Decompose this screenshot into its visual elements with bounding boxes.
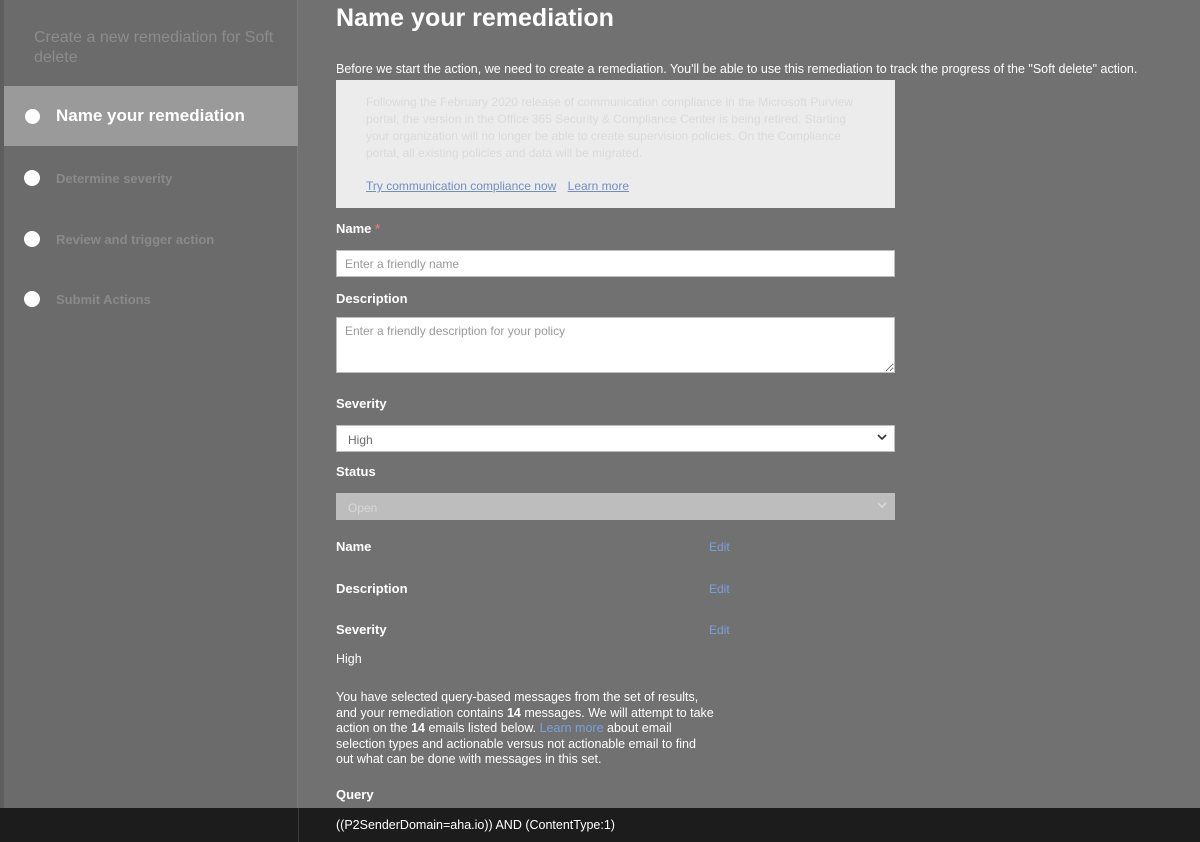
page-title: Name your remediation <box>336 4 614 32</box>
wizard-sidebar: Create a new remediation for Soft delete… <box>4 0 298 808</box>
name-input[interactable] <box>336 250 895 277</box>
status-field-label: Status <box>336 464 376 479</box>
divider <box>298 808 299 842</box>
notice-learn-more-link[interactable]: Learn more <box>568 179 629 193</box>
step-label: Review and trigger action <box>56 231 215 247</box>
chevron-down-icon <box>877 434 887 441</box>
wizard-title: Create a new remediation for Soft delete <box>34 29 274 66</box>
intro-text: Before we start the action, we need to c… <box>336 62 1138 76</box>
severity-selected-value: High <box>348 433 373 447</box>
name-label-text: Name <box>336 221 372 236</box>
step-indicator-icon <box>24 291 40 307</box>
severity-field-label: Severity <box>336 396 387 411</box>
description-field-label: Description <box>336 291 408 306</box>
step-indicator-icon <box>24 170 40 186</box>
summary-severity-value: High <box>336 652 362 666</box>
required-mark: * <box>375 221 381 236</box>
edit-severity-link[interactable]: Edit <box>709 623 730 637</box>
edit-description-link[interactable]: Edit <box>709 582 730 596</box>
step-indicator-icon <box>25 108 40 124</box>
query-bar: ((P2SenderDomain=aha.io)) AND (ContentTy… <box>0 808 1200 842</box>
retirement-notice: Following the February 2020 release of c… <box>336 80 895 208</box>
status-select: Open <box>336 493 895 520</box>
message-count: 14 <box>506 705 521 720</box>
selection-info-paragraph: You have selected query-based messages f… <box>336 690 716 768</box>
summary-description-label: Description <box>336 581 408 596</box>
description-input[interactable] <box>336 317 895 373</box>
query-value: ((P2SenderDomain=aha.io)) AND (ContentTy… <box>336 818 615 832</box>
summary-name-label: Name <box>336 539 372 554</box>
severity-select[interactable]: High <box>336 425 895 452</box>
learn-more-link[interactable]: Learn more <box>540 721 604 735</box>
query-label: Query <box>336 787 374 802</box>
try-communication-compliance-link[interactable]: Try communication compliance now <box>366 179 556 193</box>
email-count: 14 <box>411 721 425 735</box>
notice-links: Try communication compliance now Learn m… <box>366 178 637 195</box>
summary-severity-label: Severity <box>336 622 387 637</box>
step-review-and-trigger-action[interactable]: Review and trigger action <box>4 209 298 269</box>
chevron-down-icon <box>877 502 887 509</box>
name-field-label: Name * <box>336 221 380 236</box>
step-label: Submit Actions <box>56 291 151 307</box>
step-label: Determine severity <box>56 170 173 186</box>
paragraph-text: emails listed below. <box>424 721 540 735</box>
edit-name-link[interactable]: Edit <box>709 540 730 554</box>
step-label: Name your remediation <box>56 106 245 125</box>
step-indicator-icon <box>24 231 40 247</box>
notice-text: Following the February 2020 release of c… <box>366 95 853 160</box>
step-submit-actions[interactable]: Submit Actions <box>4 269 298 329</box>
status-selected-value: Open <box>348 501 378 515</box>
step-determine-severity[interactable]: Determine severity <box>4 148 298 208</box>
step-name-your-remediation[interactable]: Name your remediation <box>4 86 298 146</box>
